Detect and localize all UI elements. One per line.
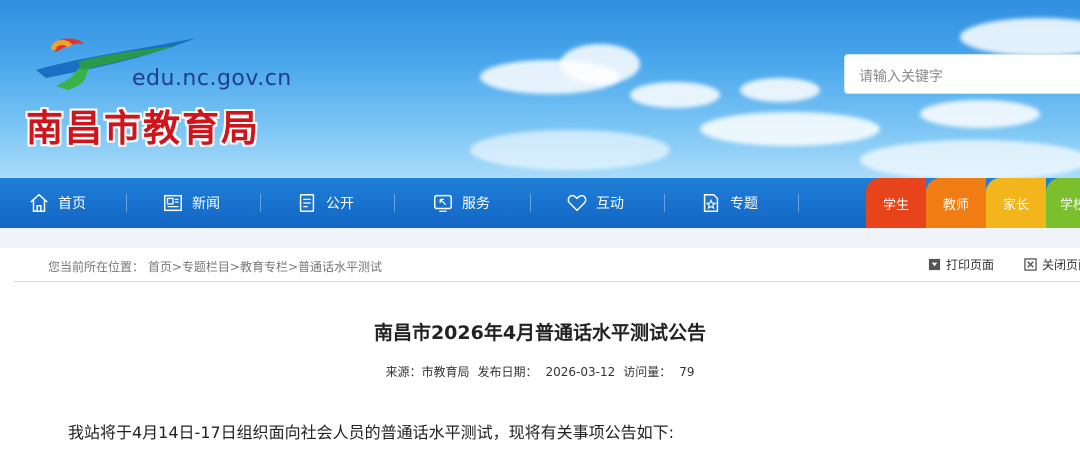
close-page-button[interactable]: 关闭页面 xyxy=(1024,256,1080,273)
role-tab-label: 家长 xyxy=(1002,197,1029,213)
cloud-decoration xyxy=(470,130,670,170)
print-icon xyxy=(928,258,941,271)
nav-item-interact[interactable]: 互动 xyxy=(566,178,624,228)
nav-label: 公开 xyxy=(326,196,354,212)
article-intro-paragraph: 我站将于4月14日-17日组织面向社会人员的普通话水平测试，现将有关事项公告如下… xyxy=(68,423,675,442)
role-tab-label: 学生 xyxy=(882,197,909,213)
newspaper-icon xyxy=(164,194,182,212)
site-title[interactable]: 南昌市教育局 xyxy=(26,98,260,152)
views-count: 79 xyxy=(679,365,695,379)
breadcrumb-path[interactable]: 首页>专题栏目>教育专栏>普通话水平测试 xyxy=(148,260,382,274)
document-list-icon xyxy=(299,194,315,212)
nav-divider xyxy=(126,194,127,212)
nav-label: 互动 xyxy=(596,196,624,212)
role-tab-label: 教师 xyxy=(942,197,969,213)
publish-date: 2026-03-12 xyxy=(545,365,616,379)
breadcrumb-prefix: 您当前所在位置： xyxy=(48,260,145,274)
nav-divider xyxy=(798,194,799,212)
role-tab-label: 学校 xyxy=(1060,197,1080,213)
print-page-button[interactable]: 打印页面 xyxy=(928,256,994,273)
article-title: 南昌市2026年4月普通话水平测试公告 xyxy=(373,322,707,344)
header-banner: edu.nc.gov.cn 南昌市教育局 请输入关键字 xyxy=(0,0,1080,178)
nav-divider xyxy=(260,194,261,212)
nav-item-service[interactable]: 服务 xyxy=(432,178,490,228)
publish-date-label: 发布日期： xyxy=(477,365,538,379)
nav-item-topics[interactable]: 专题 xyxy=(700,178,758,228)
nav-divider xyxy=(664,194,665,212)
breadcrumb: 您当前所在位置： 首页>专题栏目>教育专栏>普通话水平测试 xyxy=(48,258,382,275)
cloud-decoration xyxy=(700,112,880,146)
article-meta: 来源：市教育局 发布日期： 2026-03-12 访问量： 79 xyxy=(0,363,1080,380)
nav-item-news[interactable]: 新闻 xyxy=(162,178,220,228)
star-document-icon xyxy=(703,194,719,212)
cloud-decoration xyxy=(960,18,1080,56)
role-tab-school[interactable]: 学校 xyxy=(1046,178,1080,228)
nav-divider xyxy=(394,194,395,212)
print-page-label: 打印页面 xyxy=(946,258,995,272)
nav-label: 新闻 xyxy=(192,196,220,212)
cloud-decoration xyxy=(560,44,640,84)
cloud-decoration xyxy=(860,140,1080,178)
site-domain-text: edu.nc.gov.cn xyxy=(132,66,292,91)
search-input[interactable]: 请输入关键字 xyxy=(844,54,1080,94)
nav-label: 专题 xyxy=(730,196,758,212)
views-label: 访问量： xyxy=(623,365,672,379)
role-tab-parent[interactable]: 家长 xyxy=(986,178,1046,228)
crumb-spacer xyxy=(0,228,1080,248)
nav-label: 服务 xyxy=(462,196,490,212)
cloud-decoration xyxy=(630,82,720,108)
close-page-label: 关闭页面 xyxy=(1042,258,1080,272)
article-source: 来源：市教育局 xyxy=(385,365,470,379)
role-tab-teacher[interactable]: 教师 xyxy=(926,178,986,228)
nav-item-public[interactable]: 公开 xyxy=(296,178,354,228)
heart-icon xyxy=(567,194,587,212)
service-arrow-icon xyxy=(434,194,452,212)
close-icon xyxy=(1024,258,1037,271)
home-icon xyxy=(30,193,48,212)
nav-label: 首页 xyxy=(58,196,86,212)
nav-divider xyxy=(530,194,531,212)
cloud-decoration xyxy=(740,78,820,102)
role-tab-student[interactable]: 学生 xyxy=(866,178,926,228)
nav-item-home[interactable]: 首页 xyxy=(28,178,86,228)
cloud-decoration xyxy=(920,100,1040,128)
